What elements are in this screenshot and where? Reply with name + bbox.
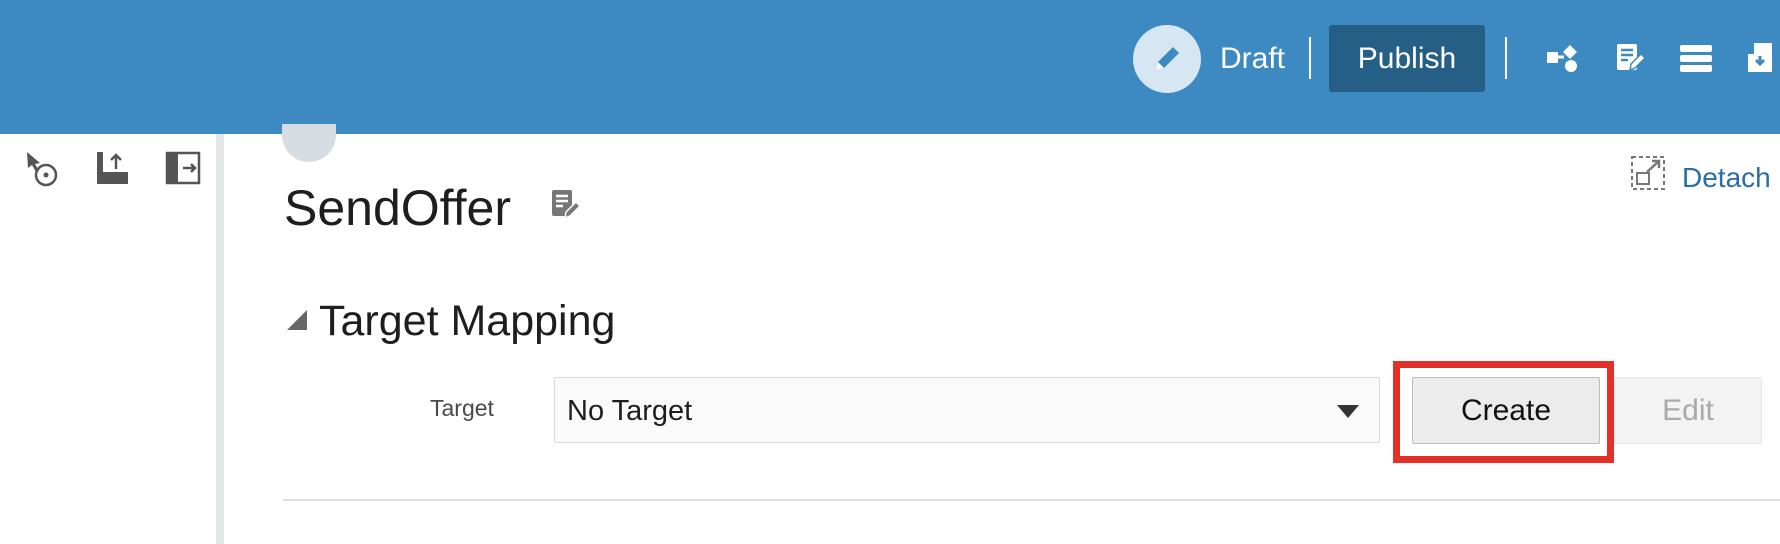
- create-button[interactable]: Create: [1412, 377, 1600, 444]
- section-divider: [283, 499, 1780, 501]
- edit-notes-icon[interactable]: [1612, 40, 1648, 76]
- page-title: SendOffer: [284, 180, 512, 236]
- chevron-down-icon: [1337, 405, 1359, 418]
- header-divider: [1309, 37, 1311, 79]
- pencil-icon: [1156, 47, 1179, 70]
- target-select-value: No Target: [567, 395, 693, 427]
- cursor-reset-icon[interactable]: [22, 149, 62, 189]
- section-title: Target Mapping: [319, 297, 616, 345]
- edit-notes-icon[interactable]: [549, 188, 583, 222]
- target-label: Target: [430, 395, 494, 421]
- collapse-triangle-icon[interactable]: [285, 308, 309, 332]
- publish-button[interactable]: Publish: [1329, 25, 1485, 92]
- top-header-bar: Draft Publish: [0, 0, 1780, 134]
- list-icon[interactable]: [1678, 40, 1714, 76]
- draft-status-label: Draft: [1220, 42, 1286, 75]
- edit-button: Edit: [1614, 377, 1762, 444]
- draft-status-button[interactable]: [1133, 25, 1201, 93]
- target-select[interactable]: No Target: [554, 377, 1380, 443]
- detach-link[interactable]: Detach: [1682, 162, 1771, 194]
- scroll-indicator: [282, 124, 336, 162]
- import-icon[interactable]: [1746, 40, 1780, 76]
- flow-icon[interactable]: [1545, 40, 1581, 76]
- panel-collapse-icon[interactable]: [164, 149, 204, 189]
- dock-up-icon[interactable]: [92, 149, 132, 189]
- left-toolbar-panel: [0, 134, 216, 544]
- detach-icon[interactable]: [1630, 155, 1666, 191]
- panel-splitter[interactable]: [216, 134, 224, 544]
- header-divider: [1505, 37, 1507, 79]
